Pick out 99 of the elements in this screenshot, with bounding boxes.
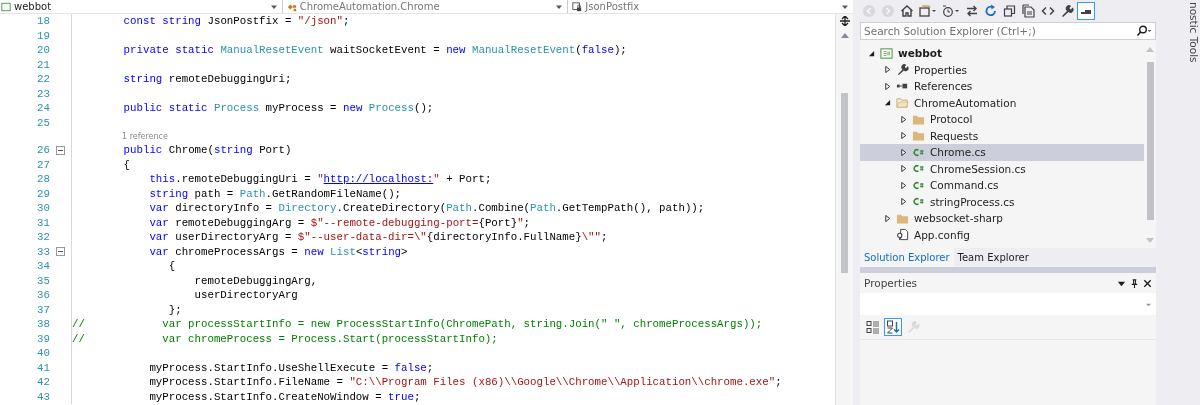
line-number: 19 [36,29,50,42]
collapse-icon[interactable] [56,145,65,155]
line-number: 38 [36,318,50,331]
code-line: var chromeProcessArgs = new List<string> [148,244,408,259]
code-line: myProcess.StartInfo.FileName = "C:\\Program Files (x86)\\Google\\Chrome\\Application\\chrome.exe"; [148,375,782,390]
open-folder-icon [896,96,909,110]
collapsed-arrow-icon[interactable] [884,82,891,90]
scroll-thumb[interactable] [841,93,848,273]
expanded-arrow-icon[interactable] [868,49,875,57]
code-line: string remoteDebuggingUri; [122,72,292,87]
tree-item[interactable]: App.config [860,226,1144,243]
line-number: 41 [36,361,50,374]
navigation-dropdown[interactable]: JsonPostfix [567,0,853,13]
tree-item[interactable]: webbot [860,45,1144,62]
collapsed-arrow-icon[interactable] [900,148,907,156]
collapsed-arrow-icon[interactable] [884,214,891,222]
tree-item[interactable]: websocket-sharp [860,210,1144,227]
config-file-icon [896,228,909,242]
panel-title: Properties [864,277,918,289]
line-number: 40 [36,347,50,360]
collapsed-arrow-icon[interactable] [900,132,907,140]
pending-changes-icon[interactable] [940,2,962,20]
scroll-up-icon[interactable] [840,32,849,38]
tree-item[interactable]: Requests [860,127,1144,144]
tree-item[interactable]: ChromeSession.cs [860,160,1144,177]
line-number: 34 [36,260,50,273]
scroll-thumb[interactable] [1146,62,1154,220]
line-number: 33 [36,245,50,258]
close-icon[interactable] [1143,278,1152,288]
tree-item[interactable]: stringProcess.cs [860,193,1144,210]
collapsed-arrow-icon[interactable] [900,181,907,189]
navigation-dropdown[interactable]: ChromeAutomation.Chrome [281,0,568,13]
code-line: this.remoteDebuggingUri = "http://localhost:" + Port; [148,172,492,187]
wrench-icon [896,63,909,77]
code-line: var userDirectoryArg = $"--user-data-dir=\"{directoryInfo.FullName}\""; [148,230,608,245]
line-number: 36 [36,289,50,302]
code-line: userDirectoryArg [193,288,298,303]
alphabetical-icon[interactable] [884,318,902,336]
categorized-icon[interactable] [864,318,882,336]
collapsed-arrow-icon[interactable] [900,165,907,173]
line-number: 25 [36,116,50,129]
line-number: 18 [36,15,50,28]
line-number: 43 [36,390,50,403]
code-line: public static Process myProcess = new Process(); [122,101,434,116]
scrollbar[interactable] [835,14,853,405]
line-number: 26 [36,144,50,157]
code-line: { [167,259,176,274]
collapsed-arrow-icon[interactable] [900,115,907,123]
code-line: remoteDebuggingArg, [193,273,318,288]
switch-views-icon[interactable] [917,2,939,20]
side-tab[interactable]: nostic Tools [1164,0,1200,63]
tree-item[interactable]: ChromeAutomation [860,94,1144,111]
navigation-dropdown[interactable]: webbot [0,0,282,13]
panel-tab[interactable]: Solution Explorer [860,248,954,267]
code-line: private static ManualResetEvent waitSocketEvent = new ManualResetEvent(false); [122,43,627,58]
line-number: 21 [36,58,50,71]
code-line: myProcess.StartInfo.CreateNoWindow = true; [148,389,421,404]
csharp-project-icon [880,46,893,60]
tree-item[interactable]: References [860,78,1144,95]
line-number: 27 [36,158,50,171]
panel-tab[interactable]: Team Explorer [953,248,1033,267]
collapsed-arrow-icon[interactable] [884,66,891,74]
split-icon[interactable] [839,16,850,26]
code-line: { [122,157,131,172]
line-number: 31 [36,216,50,229]
line-number: 24 [36,102,50,115]
code-line: string path = Path.GetRandomFileName(); [148,186,402,201]
line-number: 42 [36,376,50,389]
code-line: public Chrome(string Port) [122,143,292,158]
line-number: 37 [36,303,50,316]
collapsed-arrow-icon[interactable] [900,198,907,206]
line-number: 35 [36,274,50,287]
line-number: 20 [36,44,50,57]
code-line: myProcess.StartInfo.UseShellExecute = false; [148,360,434,375]
expanded-arrow-icon[interactable] [884,99,891,107]
codelens-reference-count[interactable]: 1 reference [122,132,168,141]
tree-item[interactable]: Properties [860,61,1144,78]
line-number: 23 [36,87,50,100]
line-number: 22 [36,73,50,86]
collapse-icon[interactable] [56,247,65,257]
show-all-icon[interactable] [1020,2,1038,20]
code-line: // var processStartInfo = new ProcessStartInfo(ChromePath, string.Join(" ", chromeProcessArgs)); [72,317,763,332]
code-line: // var chromeProcess = Process.Start(processStartInfo); [72,331,498,346]
code-line: const string JsonPostfix = "/json"; [122,14,350,29]
line-number: 29 [36,187,50,200]
preview-icon[interactable] [1077,2,1095,20]
code-line: var directoryInfo = Directory.CreateDirectory(Path.Combine(Path.GetTempPath(), path)); [148,201,705,216]
home-icon[interactable] [898,2,916,20]
tree-item[interactable]: Chrome.cs [860,144,1144,161]
tree-item[interactable]: Command.cs [860,177,1144,194]
line-number: 32 [36,231,50,244]
line-number: 39 [36,332,50,345]
code-line: }; [167,302,182,317]
folder-icon [912,129,925,143]
line-number: 28 [36,173,50,186]
code-line: var remoteDebuggingArg = $"--remote-debugging-port={Port}"; [148,215,531,230]
tree-item[interactable]: Protocol [860,111,1144,128]
line-number: 30 [36,202,50,215]
pin-icon[interactable] [1130,278,1139,288]
